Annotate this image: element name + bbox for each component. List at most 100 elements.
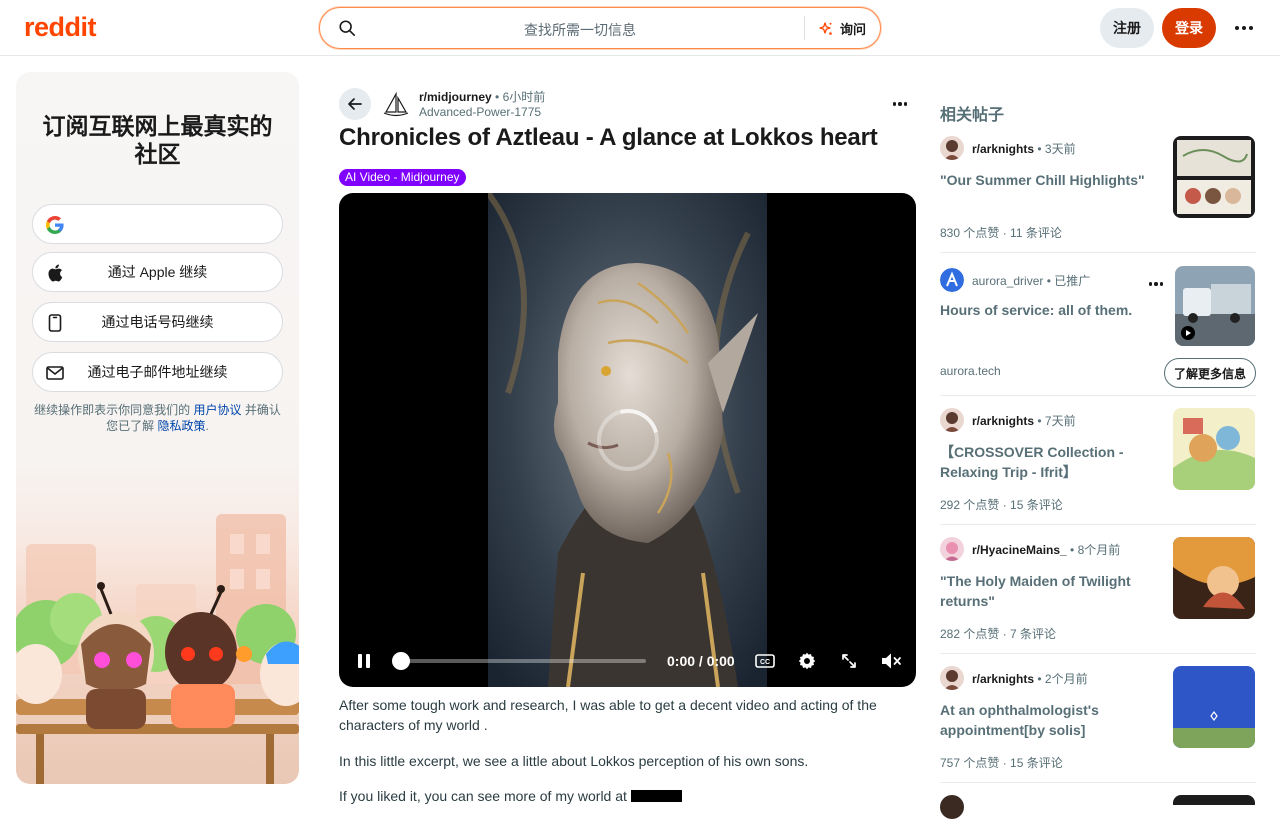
apple-signin-label: 通过 Apple 继续 bbox=[107, 264, 208, 280]
back-arrow-icon bbox=[348, 98, 362, 110]
related-post-subreddit[interactable]: r/HyacineMains_ bbox=[972, 543, 1067, 557]
video-progress-knob[interactable] bbox=[392, 652, 410, 670]
video-player[interactable]: 0:00 / 0:00 CC bbox=[339, 193, 916, 687]
pause-icon bbox=[358, 654, 370, 668]
video-time: 0:00 / 0:00 bbox=[667, 653, 735, 669]
terms-notice: 继续操作即表示你同意我们的 用户协议 并确认您已了解 隐私政策. bbox=[34, 403, 281, 433]
mail-icon bbox=[45, 363, 65, 383]
related-post[interactable]: r/arknights • 3天前 "Our Summer Chill High… bbox=[940, 136, 1256, 253]
advertiser-name[interactable]: aurora_driver bbox=[972, 274, 1043, 288]
post-more-icon[interactable] bbox=[888, 94, 912, 114]
post-body-paragraph: In this little excerpt, we see a little … bbox=[339, 753, 809, 769]
related-post-title[interactable]: At an ophthalmologist's appointment[by s… bbox=[940, 700, 1154, 740]
promoted-post[interactable]: aurora_driver • 已推广 Hours of service: al… bbox=[940, 266, 1256, 396]
post-body-paragraph: After some tough work and research, I wa… bbox=[339, 697, 877, 733]
phone-signin-button[interactable]: 通过电话号码继续 bbox=[32, 302, 283, 342]
fullscreen-button[interactable] bbox=[839, 651, 859, 671]
related-post[interactable]: r/arknights • 2个月前 At an ophthalmologist… bbox=[940, 666, 1256, 783]
divider bbox=[940, 653, 1256, 654]
promoted-thumbnail[interactable] bbox=[1175, 266, 1255, 346]
related-post-title[interactable]: "The Holy Maiden of Twilight returns" bbox=[940, 571, 1154, 611]
svg-text:CC: CC bbox=[760, 659, 770, 666]
related-post-stats: 282 个点赞 · 7 条评论 bbox=[940, 627, 1057, 641]
top-bar: reddit 查找所需一切信息 询问 注册 登录 bbox=[0, 0, 1280, 56]
user-agreement-link[interactable]: 用户协议 bbox=[193, 403, 241, 417]
apple-icon bbox=[45, 263, 65, 283]
community-avatar bbox=[940, 666, 964, 690]
community-avatar bbox=[940, 136, 964, 160]
login-button[interactable]: 登录 bbox=[1162, 8, 1216, 48]
related-post-thumbnail[interactable] bbox=[1173, 666, 1255, 748]
divider bbox=[940, 395, 1256, 396]
search-bar[interactable]: 查找所需一切信息 询问 bbox=[319, 7, 881, 49]
learn-more-button[interactable]: 了解更多信息 bbox=[1164, 358, 1256, 388]
login-card-title: 订阅互联网上最真实的社区 bbox=[42, 113, 273, 167]
google-signin-button[interactable] bbox=[32, 204, 283, 244]
search-icon bbox=[339, 20, 356, 37]
related-post-stats: 757 个点赞 · 15 条评论 bbox=[940, 756, 1063, 770]
advertiser-avatar bbox=[940, 268, 964, 292]
related-post-stats: 292 个点赞 · 15 条评论 bbox=[940, 498, 1063, 512]
related-post-age: 3天前 bbox=[1044, 142, 1076, 156]
promoted-domain[interactable]: aurora.tech bbox=[940, 364, 1001, 378]
related-post-age: 8个月前 bbox=[1077, 543, 1121, 557]
fullscreen-icon bbox=[842, 654, 856, 668]
related-post-thumbnail[interactable] bbox=[1173, 136, 1255, 218]
divider bbox=[940, 252, 1256, 253]
related-post-stats: 830 个点赞 · 11 条评论 bbox=[940, 226, 1062, 240]
privacy-policy-link[interactable]: 隐私政策 bbox=[157, 419, 205, 433]
related-post-thumbnail[interactable] bbox=[1173, 408, 1255, 490]
settings-icon bbox=[798, 652, 816, 670]
phone-signin-label: 通过电话号码继续 bbox=[101, 314, 214, 330]
promoted-label: 已推广 bbox=[1054, 274, 1091, 288]
signup-button[interactable]: 注册 bbox=[1100, 8, 1154, 48]
related-post-subreddit[interactable]: r/arknights bbox=[972, 672, 1034, 686]
related-post-age: 2个月前 bbox=[1044, 672, 1088, 686]
divider bbox=[940, 524, 1256, 525]
related-post-thumbnail[interactable] bbox=[1173, 795, 1255, 805]
email-signin-label: 通过电子邮件地址继续 bbox=[87, 364, 228, 380]
login-card: 订阅互联网上最真实的社区 通过 Apple 继续 通过电话号码继续 通过电子邮件… bbox=[16, 72, 299, 784]
back-button[interactable] bbox=[339, 88, 371, 120]
google-icon bbox=[45, 215, 65, 235]
more-icon[interactable] bbox=[1230, 18, 1258, 38]
email-signin-button[interactable]: 通过电子邮件地址继续 bbox=[32, 352, 283, 392]
redacted-link[interactable] bbox=[630, 790, 682, 802]
ask-button[interactable]: 询问 bbox=[818, 19, 866, 38]
related-post-age: 7天前 bbox=[1044, 414, 1076, 428]
snoo-illustration bbox=[16, 514, 299, 784]
phone-icon bbox=[45, 313, 65, 333]
promoted-post-title[interactable]: Hours of service: all of them. bbox=[940, 300, 1154, 320]
post-flair[interactable]: AI Video - Midjourney bbox=[339, 169, 466, 186]
captions-icon: CC bbox=[755, 654, 775, 668]
mute-button[interactable] bbox=[879, 649, 903, 673]
post-age: 6小时前 bbox=[502, 90, 546, 104]
play-icon bbox=[1181, 326, 1195, 340]
ask-label: 询问 bbox=[839, 22, 866, 37]
video-progress-bar[interactable] bbox=[401, 659, 646, 663]
pause-button[interactable] bbox=[355, 651, 373, 671]
community-avatar bbox=[940, 795, 964, 819]
related-post-subreddit[interactable]: r/arknights bbox=[972, 142, 1034, 156]
community-avatar bbox=[940, 537, 964, 561]
related-post-thumbnail[interactable] bbox=[1173, 537, 1255, 619]
apple-signin-button[interactable]: 通过 Apple 继续 bbox=[32, 252, 283, 292]
reddit-logo[interactable]: reddit bbox=[24, 12, 97, 43]
related-posts-heading: 相关帖子 bbox=[940, 107, 1005, 124]
related-post-title[interactable]: "Our Summer Chill Highlights" bbox=[940, 170, 1154, 190]
post-author[interactable]: Advanced-Power-1775 bbox=[419, 105, 541, 119]
captions-button[interactable]: CC bbox=[755, 651, 775, 671]
related-post[interactable]: r/arknights • 7天前 【CROSSOVER Collection … bbox=[940, 408, 1256, 525]
muted-icon bbox=[882, 653, 901, 669]
related-post[interactable]: r/HyacineMains_ • 8个月前 "The Holy Maiden … bbox=[940, 537, 1256, 654]
post-title: Chronicles of Aztleau - A glance at Lokk… bbox=[339, 124, 878, 151]
post-subreddit[interactable]: r/midjourney bbox=[419, 90, 492, 104]
subreddit-avatar[interactable] bbox=[380, 88, 412, 120]
post-body-paragraph: If you liked it, you can see more of my … bbox=[339, 786, 916, 806]
related-post-subreddit[interactable]: r/arknights bbox=[972, 414, 1034, 428]
related-post-title[interactable]: 【CROSSOVER Collection - Relaxing Trip - … bbox=[940, 442, 1154, 482]
settings-button[interactable] bbox=[797, 651, 817, 671]
search-placeholder: 查找所需一切信息 bbox=[524, 22, 636, 38]
post-meta: r/midjourney • 6小时前 bbox=[419, 90, 546, 104]
promoted-more-icon[interactable] bbox=[1144, 274, 1168, 294]
